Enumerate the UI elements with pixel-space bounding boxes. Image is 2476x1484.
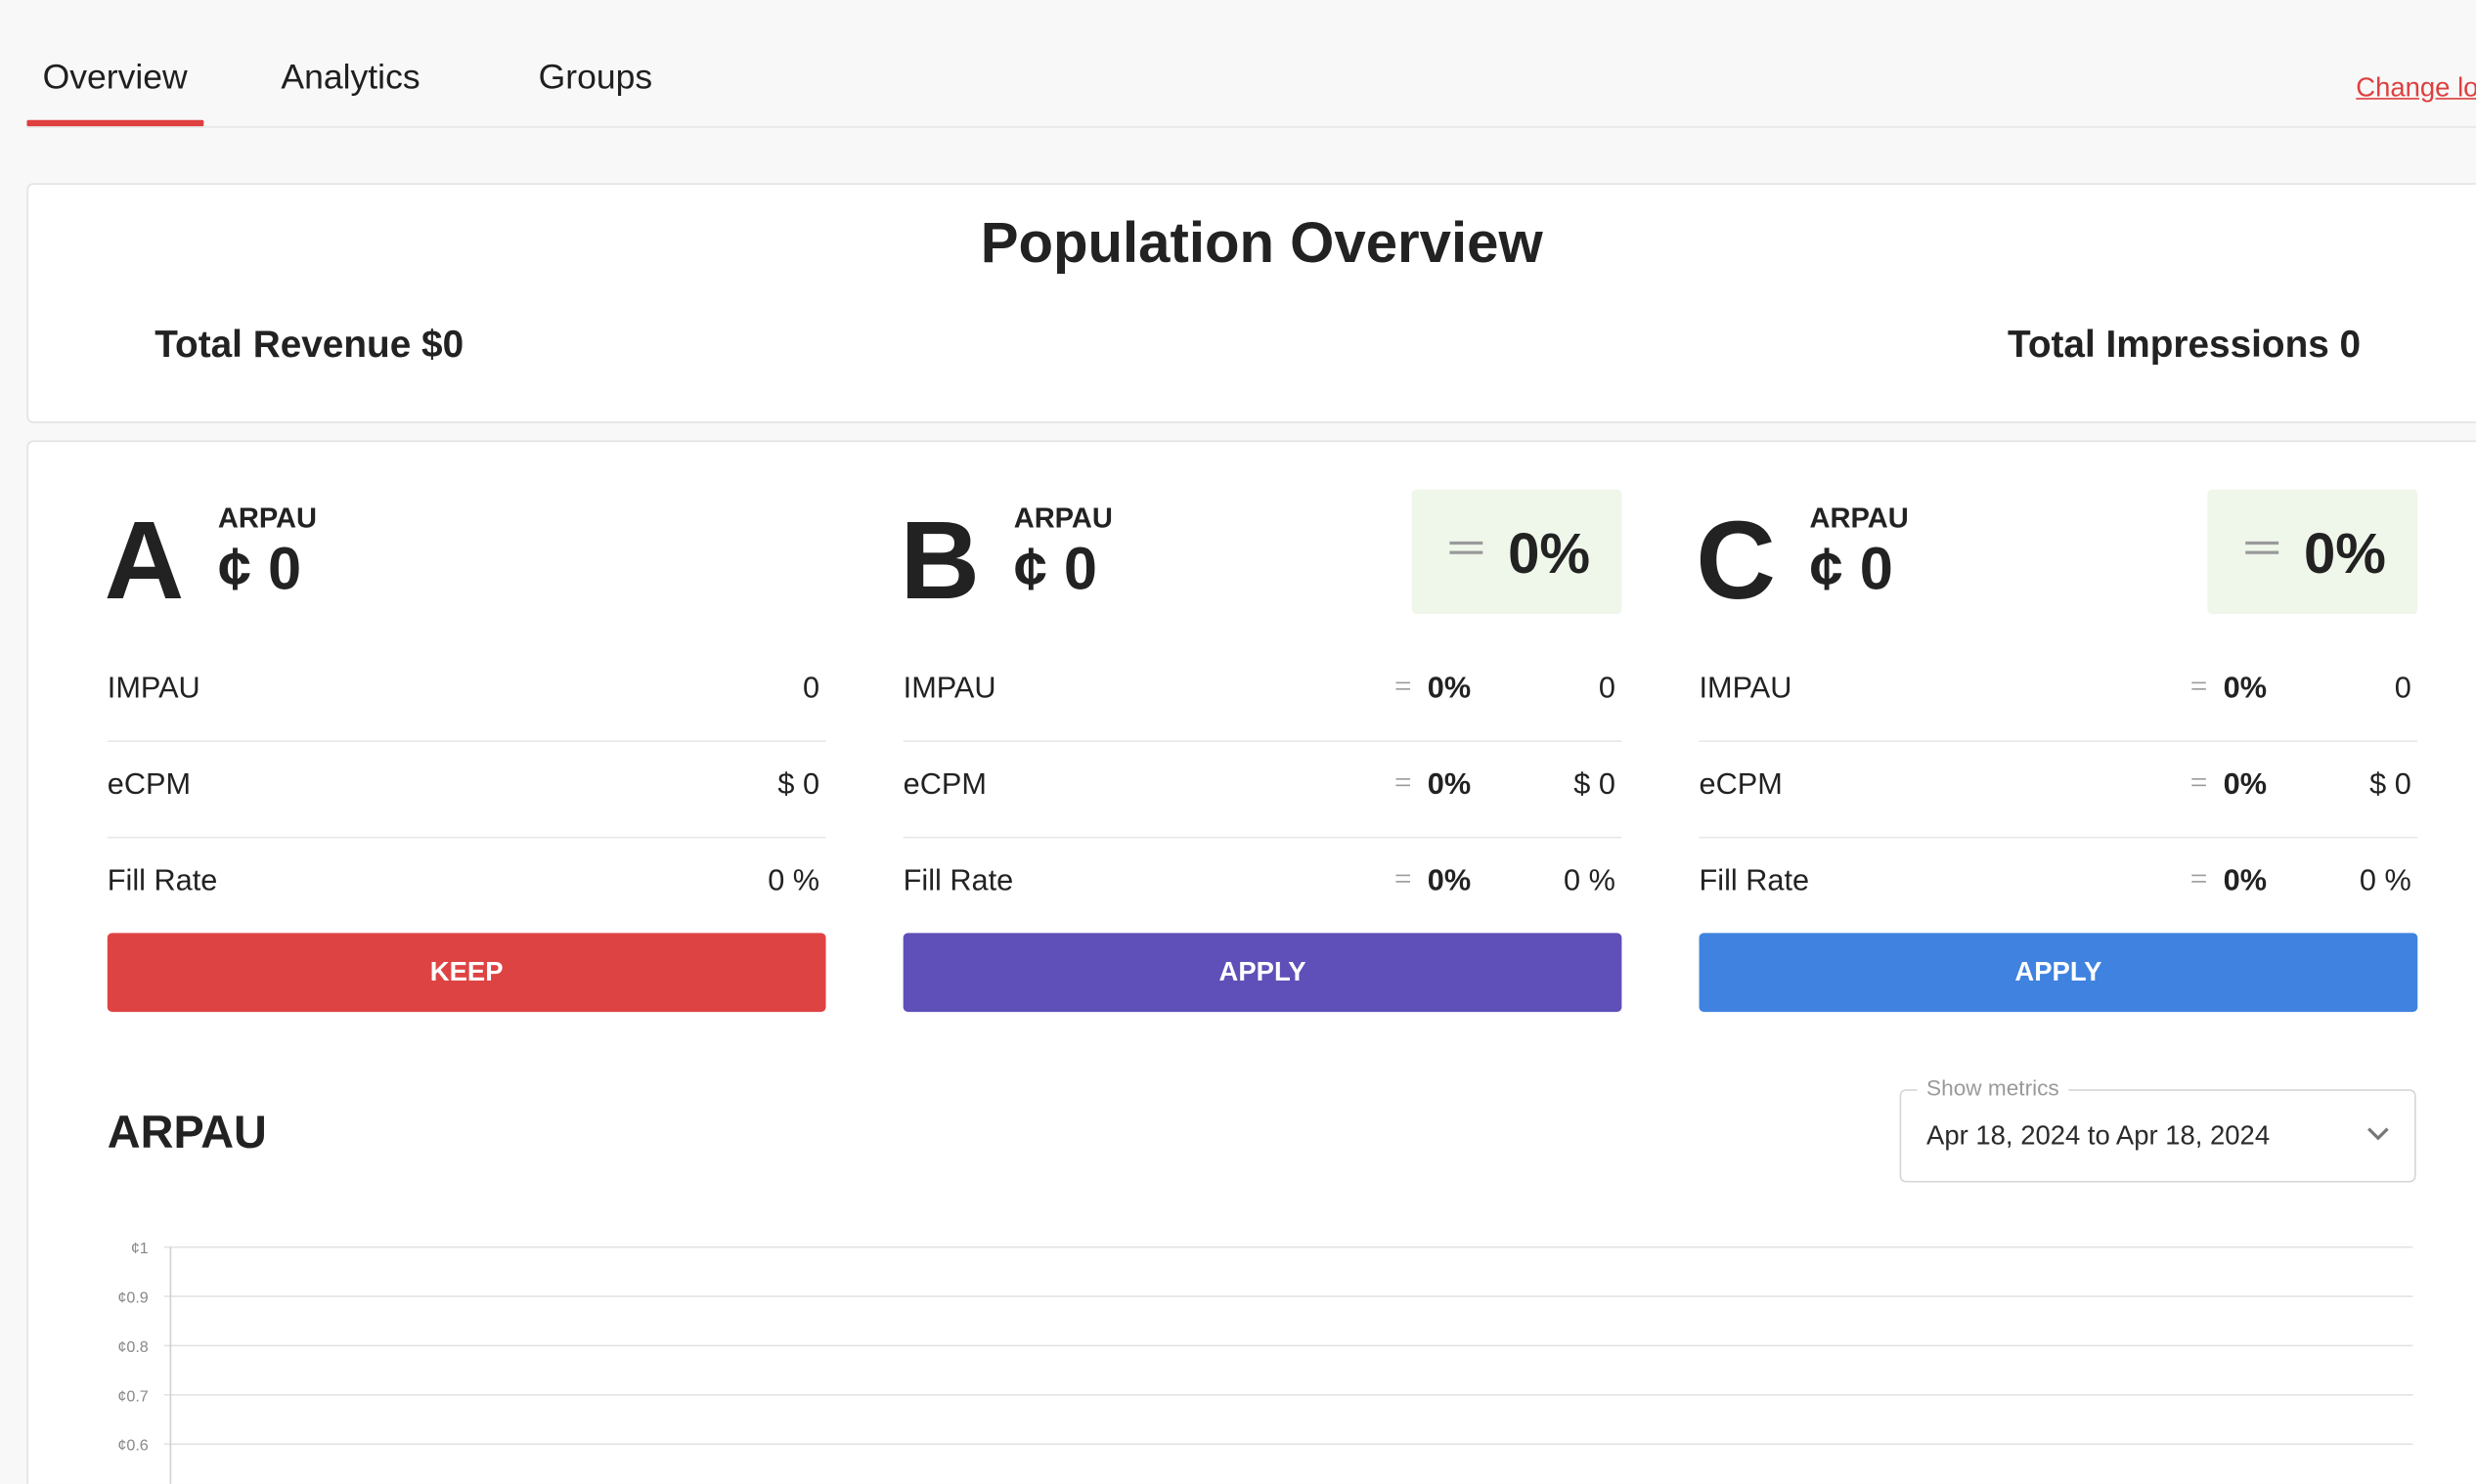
equal-icon [1449,541,1483,554]
arpau-value: ¢ 0 [217,537,302,603]
metric-value: 0 % [1564,864,1615,898]
metric-row-fill-rate: Fill Rate 0 % [108,838,826,933]
metric-diff-value: 0% [1427,768,1472,803]
metric-row-impau: IMPAU 0% 0 [903,645,1622,742]
metric-row-fill-rate: Fill Rate 0% 0 % [904,838,1622,933]
arpau-label: ARPAU [217,502,318,534]
apply-button-c[interactable]: APPLY [1699,933,2418,1013]
total-impressions: Total Impressions 0 [2008,324,2362,367]
arpau-label: ARPAU [1809,502,1909,534]
equal-icon [1395,778,1411,788]
metric-value: 0 % [2359,864,2411,898]
equal-icon [2191,874,2206,885]
overview-title: Population Overview [980,209,1543,275]
metric-name: Fill Rate [1699,864,1810,898]
arpau-diff-badge: 0% [2207,489,2418,615]
equal-icon [2191,778,2206,788]
arpau-label: ARPAU [1013,502,1113,534]
metric-diff-value: 0% [1427,864,1472,898]
total-revenue: Total Revenue $0 [155,324,464,367]
variant-letter: C [1696,499,1776,623]
metric-diff-value: 0% [2223,672,2267,706]
y-tick-label: ¢0.6 [117,1437,148,1455]
y-tick-label: ¢0.8 [117,1338,148,1356]
keep-button[interactable]: KEEP [107,933,826,1013]
metric-diff: 0% [1395,673,1471,708]
metric-row-impau: IMPAU 0 [107,645,826,742]
metric-name: Fill Rate [107,864,218,898]
arpau-chart: ¢1 ¢0.9 ¢0.8 ¢0.7 ¢0.6 [117,1240,2413,1484]
variant-b: B ARPAU ¢ 0 0% IMPAU 0% 0 eCPM 0% $ 0 Fi… [900,442,1622,1026]
arpau-diff-value: 0% [1508,520,1591,587]
metric-value: $ 0 [777,768,820,803]
metric-row-ecpm: eCPM 0% $ 0 [1699,742,2418,839]
metric-value: $ 0 [1573,768,1615,803]
metric-row-fill-rate: Fill Rate 0% 0 % [1700,838,2418,933]
tab-bar: Overview Analytics Groups [26,0,2476,128]
metric-value: 0 % [768,864,820,898]
metric-row-ecpm: eCPM 0% $ 0 [903,742,1622,839]
tab-analytics[interactable]: Analytics [281,57,420,98]
metric-name: Fill Rate [903,864,1014,898]
change-link[interactable]: Change lo [2356,72,2476,104]
metric-name: IMPAU [903,672,996,706]
metric-diff-value: 0% [2223,768,2267,803]
arpau-diff-value: 0% [2303,520,2386,587]
metric-diff-value: 0% [2223,864,2267,898]
variant-a: A ARPAU ¢ 0 IMPAU 0 eCPM $ 0 Fill Rate 0… [104,442,826,1026]
metric-name: eCPM [1699,768,1783,803]
tab-groups[interactable]: Groups [539,57,653,98]
metric-row-ecpm: eCPM $ 0 [107,742,826,839]
metric-diff: 0% [2191,768,2267,804]
y-tick-label: ¢0.7 [117,1387,148,1405]
metric-diff: 0% [2191,673,2267,708]
arpau-value: ¢ 0 [1809,537,1893,603]
variants-card: A ARPAU ¢ 0 IMPAU 0 eCPM $ 0 Fill Rate 0… [26,440,2476,1484]
metric-value: 0 [802,672,820,706]
show-metrics-select[interactable]: Show metrics Apr 18, 2024 to Apr 18, 202… [1899,1074,2416,1183]
arpau-diff-badge: 0% [1411,489,1622,615]
metric-value: 0 [1598,672,1615,706]
metric-row-impau: IMPAU 0% 0 [1699,645,2418,742]
page: Overview Analytics Groups Change lo Popu… [0,0,2476,1484]
metric-value: 0 [2394,672,2411,706]
variant-letter: A [104,499,185,623]
equal-icon [1395,874,1411,885]
metric-diff: 0% [1395,865,1471,900]
chart-title: ARPAU [107,1108,267,1159]
select-label: Show metrics [1917,1074,2069,1101]
metric-value: $ 0 [2369,768,2411,803]
equal-icon [1395,681,1411,692]
variant-c: C ARPAU ¢ 0 0% IMPAU 0% 0 eCPM 0% $ 0 Fi… [1696,442,2418,1026]
equal-icon [2245,541,2279,554]
metric-name: IMPAU [1699,672,1792,706]
metric-diff: 0% [2191,865,2267,900]
equal-icon [2191,681,2206,692]
apply-button-b[interactable]: APPLY [903,933,1622,1013]
metric-diff: 0% [1395,768,1471,804]
y-tick-label: ¢0.9 [117,1289,148,1307]
tab-overview[interactable]: Overview [26,57,203,127]
population-overview-card: Population Overview Total Revenue $0 Tot… [26,183,2476,423]
metric-name: eCPM [107,768,192,803]
metric-name: IMPAU [107,672,200,706]
y-tick-label: ¢1 [131,1240,149,1257]
date-range-value: Apr 18, 2024 to Apr 18, 2024 [1926,1120,2271,1152]
arpau-value: ¢ 0 [1013,537,1098,603]
metric-name: eCPM [903,768,987,803]
variant-letter: B [900,499,981,623]
chevron-down-icon [2367,1127,2389,1141]
metric-diff-value: 0% [1427,672,1472,706]
